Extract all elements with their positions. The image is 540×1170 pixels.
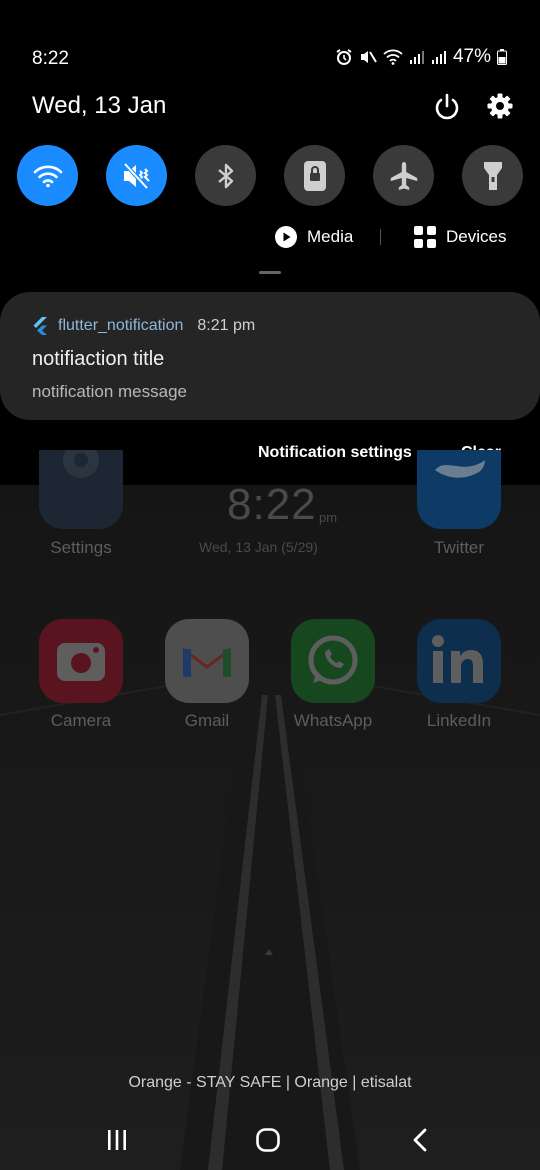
flutter-icon xyxy=(33,317,47,335)
portrait-lock-tile[interactable] xyxy=(284,145,345,206)
home-screen-background xyxy=(0,485,540,1170)
gmail-app-icon xyxy=(165,619,249,703)
home-clock-suffix: pm xyxy=(319,510,338,525)
linkedin-app-label: LinkedIn xyxy=(426,711,492,730)
notification-card[interactable]: flutter_notification 8:21 pm notifiactio… xyxy=(0,292,540,420)
back-button[interactable] xyxy=(405,1125,435,1155)
carrier-label: Orange - STAY SAFE | Orange | etisalat xyxy=(128,1074,412,1091)
wifi-tile[interactable] xyxy=(17,145,78,206)
twitter-app-label: Twitter xyxy=(433,538,485,557)
recent-apps-button[interactable] xyxy=(102,1125,132,1155)
notification-header: flutter_notification 8:21 pm xyxy=(32,317,255,335)
whatsapp-app-label: WhatsApp xyxy=(293,711,373,730)
home-clock-date: Wed, 13 Jan (5/29) xyxy=(199,539,318,555)
notification-time: 8:21 pm xyxy=(197,317,256,334)
settings-app-label: Settings xyxy=(50,538,112,557)
bluetooth-tile[interactable] xyxy=(195,145,256,206)
play-circle-icon xyxy=(275,226,297,248)
portrait-lock-icon xyxy=(303,160,326,191)
sound-mode-tile[interactable] xyxy=(106,145,167,206)
divider xyxy=(380,229,381,245)
notification-message: notification message xyxy=(32,382,187,401)
signal-icon xyxy=(431,51,446,64)
battery-percent: 47% xyxy=(452,46,491,67)
devices-button[interactable]: Devices xyxy=(414,226,506,248)
airplane-mode-tile[interactable] xyxy=(373,145,434,206)
settings-app-icon xyxy=(39,450,123,529)
airplane-icon xyxy=(390,161,417,190)
navigation-bar xyxy=(0,1125,540,1155)
linkedin-app-icon xyxy=(417,619,501,703)
settings-gear-icon[interactable] xyxy=(486,92,516,122)
flashlight-tile[interactable] xyxy=(462,145,523,206)
road-wallpaper xyxy=(0,485,540,1170)
home-button[interactable] xyxy=(253,1125,283,1155)
camera-app-label: Camera xyxy=(50,711,112,730)
quick-settings-tiles xyxy=(17,145,523,206)
media-devices-row: Media Devices xyxy=(0,226,540,250)
mute-icon xyxy=(360,51,377,63)
whatsapp-app-icon xyxy=(291,619,375,703)
power-icon[interactable] xyxy=(432,92,462,122)
flashlight-icon xyxy=(483,161,502,190)
devices-grid-icon xyxy=(414,226,436,248)
devices-label: Devices xyxy=(446,227,507,246)
gmail-app-label: Gmail xyxy=(184,711,230,730)
camera-app-icon xyxy=(39,619,123,703)
signal-icon xyxy=(409,51,424,64)
date-header: Wed, 13 Jan xyxy=(32,92,167,119)
home-clock: 8:22 xyxy=(227,480,317,529)
panel-drag-handle[interactable] xyxy=(259,271,281,274)
status-time: 8:22 xyxy=(32,48,69,69)
home-icon xyxy=(256,1128,280,1152)
wifi-icon xyxy=(33,165,62,187)
media-label: Media xyxy=(307,227,354,246)
battery-icon xyxy=(497,49,507,65)
mute-vibrate-icon xyxy=(123,162,150,189)
notification-title: notifiaction title xyxy=(32,348,165,370)
wifi-icon xyxy=(383,49,403,65)
recents-icon xyxy=(108,1130,126,1150)
alarm-icon xyxy=(336,49,352,65)
twitter-app-icon xyxy=(417,450,501,529)
status-icons: 47% xyxy=(335,46,507,68)
notification-app-name: flutter_notification xyxy=(58,317,184,334)
bluetooth-icon xyxy=(217,163,233,188)
back-chevron-icon xyxy=(413,1128,427,1152)
media-button[interactable]: Media xyxy=(275,226,353,248)
notification-settings-button[interactable]: Notification settings xyxy=(258,444,412,462)
